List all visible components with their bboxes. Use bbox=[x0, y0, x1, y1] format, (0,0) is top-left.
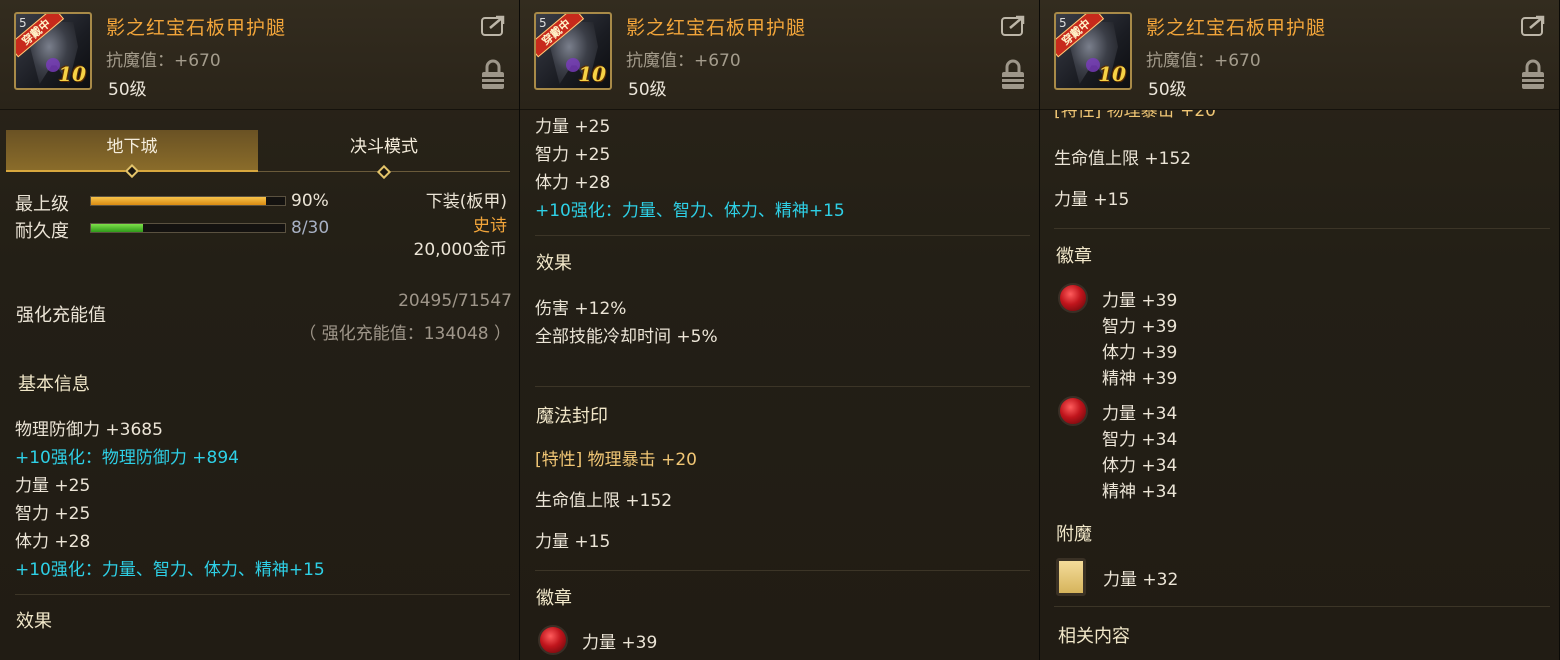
basic-info-title: 基本信息 bbox=[18, 374, 90, 395]
emblem-stat: 智力 +39 bbox=[1102, 317, 1178, 337]
charge-value: 20495/71547 bbox=[398, 291, 512, 311]
lock-icon[interactable] bbox=[481, 58, 505, 90]
emblem-stat: 力量 +39 bbox=[1102, 291, 1178, 311]
tab-indicator-icon bbox=[376, 164, 392, 180]
divider bbox=[535, 570, 1030, 571]
emblem-title: 徽章 bbox=[1056, 246, 1092, 267]
item-tooltip-panel-3: 5 穿戴中 10 影之红宝石板甲护腿 抗魔值：+670 50级 [特性] 物理暴… bbox=[1040, 0, 1560, 660]
item-level: 50级 bbox=[628, 80, 667, 100]
charge-total: （ 强化充能值：134048 ） bbox=[299, 324, 511, 344]
enhance-level: 10 bbox=[578, 62, 606, 86]
item-tooltip-panel-2: 5 穿戴中 10 影之红宝石板甲护腿 抗魔值：+670 50级 力量 +25 智… bbox=[520, 0, 1040, 660]
item-header: 5 穿戴中 10 影之红宝石板甲护腿 抗魔值：+670 50级 bbox=[0, 0, 519, 110]
divider bbox=[1054, 228, 1550, 229]
item-name: 影之红宝石板甲护腿 bbox=[626, 17, 807, 39]
divider bbox=[1054, 606, 1550, 607]
seal-str: 力量 +15 bbox=[1054, 190, 1130, 210]
slot-type: 下装(板甲) bbox=[425, 192, 507, 212]
charge-label: 强化充能值 bbox=[16, 305, 106, 326]
effect-title: 效果 bbox=[16, 611, 52, 632]
enchant-value: 力量 +32 bbox=[1103, 570, 1179, 590]
stat-line: 智力 +25 bbox=[535, 145, 611, 165]
stat-line: 体力 +28 bbox=[15, 532, 91, 552]
share-icon[interactable] bbox=[1521, 14, 1547, 36]
emblem-stat: 精神 +34 bbox=[1102, 482, 1178, 502]
item-magic-resist: 抗魔值：+670 bbox=[106, 51, 221, 71]
emblem-stat: 力量 +39 bbox=[582, 633, 658, 653]
durability-bar bbox=[90, 223, 286, 233]
item-name: 影之红宝石板甲护腿 bbox=[1146, 17, 1327, 39]
stat-line: +10强化：物理防御力 +894 bbox=[15, 448, 239, 468]
divider bbox=[535, 235, 1030, 236]
effect-line: 全部技能冷却时间 +5% bbox=[535, 327, 718, 347]
item-magic-resist: 抗魔值：+670 bbox=[1146, 51, 1261, 71]
enhance-level: 10 bbox=[1098, 62, 1126, 86]
stat-line: 体力 +28 bbox=[535, 173, 611, 193]
item-header: 5 穿戴中 10 影之红宝石板甲护腿 抗魔值：+670 50级 bbox=[1040, 0, 1559, 110]
item-icon[interactable]: 5 穿戴中 10 bbox=[14, 12, 92, 90]
seal-str: 力量 +15 bbox=[535, 532, 611, 552]
emblem-icon[interactable] bbox=[1058, 396, 1088, 426]
lock-icon[interactable] bbox=[1001, 58, 1025, 90]
max-level-value: 90% bbox=[291, 191, 329, 211]
lock-icon[interactable] bbox=[1521, 58, 1545, 90]
share-icon[interactable] bbox=[1001, 14, 1027, 36]
enchant-title: 附魔 bbox=[1056, 524, 1092, 545]
stat-line: 物理防御力 +3685 bbox=[15, 420, 163, 440]
seal-hp: 生命值上限 +152 bbox=[535, 491, 673, 511]
effect-line: 伤害 +12% bbox=[535, 299, 627, 319]
divider bbox=[15, 594, 510, 595]
item-level: 50级 bbox=[1148, 80, 1187, 100]
icon-level-text: 5 bbox=[1059, 16, 1067, 30]
enhance-level: 10 bbox=[58, 62, 86, 86]
tab-dungeon[interactable]: 地下城 bbox=[6, 130, 258, 179]
price: 20,000金币 bbox=[413, 240, 507, 260]
max-level-bar bbox=[90, 196, 286, 206]
emblem-icon[interactable] bbox=[1058, 283, 1088, 313]
emblem-icon[interactable] bbox=[538, 625, 568, 655]
max-level-bar-fill bbox=[91, 197, 266, 205]
effect-title: 效果 bbox=[536, 253, 572, 274]
mode-tabs: 地下城 决斗模式 bbox=[6, 130, 512, 180]
stat-line: 智力 +25 bbox=[15, 504, 91, 524]
item-icon[interactable]: 5 穿戴中 10 bbox=[534, 12, 612, 90]
item-icon[interactable]: 5 穿戴中 10 bbox=[1054, 12, 1132, 90]
item-magic-resist: 抗魔值：+670 bbox=[626, 51, 741, 71]
tab-duel-label: 决斗模式 bbox=[350, 137, 418, 157]
emblem-title: 徽章 bbox=[536, 588, 572, 609]
durability-bar-fill bbox=[91, 224, 143, 232]
share-icon[interactable] bbox=[481, 14, 507, 36]
max-level-label: 最上级 bbox=[15, 194, 69, 215]
durability-label: 耐久度 bbox=[15, 221, 69, 242]
related-title: 相关内容 bbox=[1058, 626, 1130, 647]
stat-line: +10强化：力量、智力、体力、精神+15 bbox=[535, 201, 845, 221]
icon-level-text: 5 bbox=[19, 16, 27, 30]
seal-hp: 生命值上限 +152 bbox=[1054, 149, 1192, 169]
enchant-card-icon[interactable] bbox=[1056, 558, 1086, 596]
stat-line: +10强化：力量、智力、体力、精神+15 bbox=[15, 560, 325, 580]
rarity: 史诗 bbox=[473, 216, 507, 236]
item-name: 影之红宝石板甲护腿 bbox=[106, 17, 287, 39]
item-header: 5 穿戴中 10 影之红宝石板甲护腿 抗魔值：+670 50级 bbox=[520, 0, 1039, 110]
item-tooltip-panel-1: 5 穿戴中 10 影之红宝石板甲护腿 抗魔值：+670 50级 地下城 决斗模式 bbox=[0, 0, 520, 660]
item-level: 50级 bbox=[108, 80, 147, 100]
tab-duel[interactable]: 决斗模式 bbox=[258, 130, 510, 180]
emblem-stat: 体力 +39 bbox=[1102, 343, 1178, 363]
tab-dungeon-label: 地下城 bbox=[106, 137, 158, 157]
emblem-stat: 精神 +39 bbox=[1102, 369, 1178, 389]
stat-line: 力量 +25 bbox=[535, 117, 611, 137]
tab-indicator-icon bbox=[124, 163, 140, 179]
emblem-stat: 体力 +34 bbox=[1102, 456, 1178, 476]
emblem-stat: 力量 +34 bbox=[1102, 404, 1178, 424]
stat-line: 力量 +25 bbox=[15, 476, 91, 496]
durability-value: 8/30 bbox=[291, 218, 330, 238]
emblem-stat: 智力 +34 bbox=[1102, 430, 1178, 450]
icon-level-text: 5 bbox=[539, 16, 547, 30]
divider bbox=[535, 386, 1030, 387]
seal-trait: [特性] 物理暴击 +20 bbox=[535, 450, 697, 470]
magic-seal-title: 魔法封印 bbox=[536, 406, 608, 427]
